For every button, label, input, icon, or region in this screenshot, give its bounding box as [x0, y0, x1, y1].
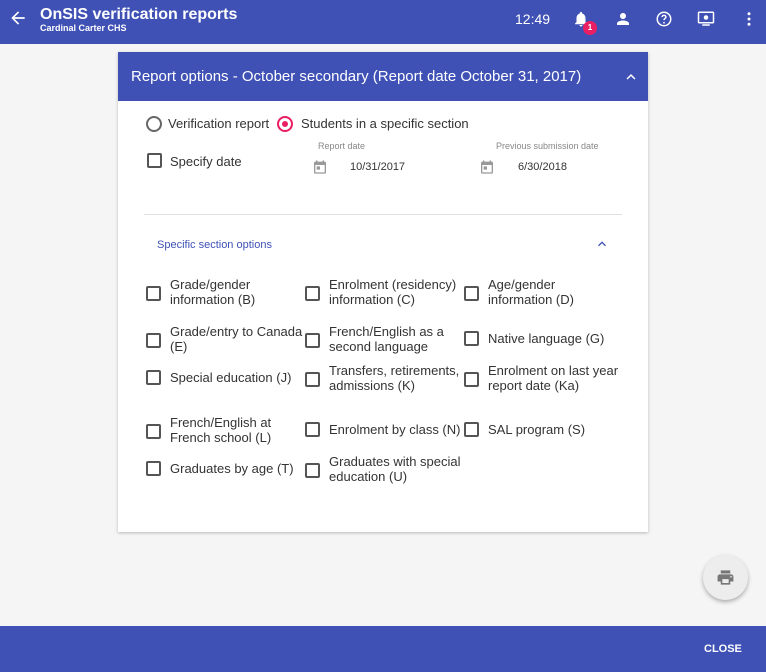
radio-students-in-section[interactable] — [277, 116, 293, 132]
section-checkbox[interactable] — [305, 333, 320, 348]
bottom-bar: CLOSE — [0, 626, 766, 672]
print-icon — [717, 570, 734, 585]
card-title: Report options - October secondary (Repo… — [131, 68, 582, 85]
section-checkbox-label: SAL program (S) — [488, 422, 585, 437]
card-header[interactable]: Report options - October secondary (Repo… — [118, 52, 648, 101]
section-checkbox[interactable] — [464, 286, 479, 301]
section-checkbox[interactable] — [146, 461, 161, 476]
report-date-calendar-icon[interactable] — [312, 159, 328, 175]
section-label-line: education (U) — [329, 469, 408, 484]
section-checkbox-label: Special education (J) — [170, 370, 291, 385]
section-checkbox[interactable] — [464, 372, 479, 387]
screen-settings-icon[interactable] — [697, 10, 715, 28]
app-bar: OnSIS verification reports Cardinal Cart… — [0, 0, 766, 44]
print-button[interactable] — [703, 555, 748, 600]
section-label-line: (E) — [170, 339, 188, 354]
divider — [144, 214, 622, 215]
report-date-label: Report date — [318, 141, 366, 151]
section-checkbox-label: French/English at French school (L) — [170, 415, 271, 445]
account-icon[interactable] — [614, 10, 632, 28]
close-button[interactable]: CLOSE — [704, 643, 742, 655]
section-checkbox[interactable] — [464, 422, 479, 437]
more-vertical-icon[interactable] — [740, 10, 758, 28]
section-label-line: Enrolment (residency) — [329, 277, 457, 292]
section-checkbox[interactable] — [305, 286, 320, 301]
section-label-line: Enrolment by class (N) — [329, 422, 461, 437]
section-label-line: admissions (K) — [329, 378, 415, 393]
notification-badge: 1 — [583, 21, 597, 35]
section-checkbox-label: Enrolment (residency) information (C) — [329, 277, 456, 307]
section-checkbox-label: Graduates by age (T) — [170, 461, 294, 476]
report-options-card: Report options - October secondary (Repo… — [118, 52, 648, 532]
previous-submission-date-label: Previous submission date — [496, 141, 599, 151]
help-icon[interactable] — [655, 10, 673, 28]
clock: 12:49 — [515, 11, 551, 27]
section-checkbox-label: French/English as a second language — [329, 324, 444, 354]
section-label-line: Native language (G) — [488, 331, 605, 346]
section-label-line: Graduates by age (T) — [170, 461, 294, 476]
radio-verification-report-label: Verification report — [168, 116, 270, 131]
section-checkbox[interactable] — [305, 372, 320, 387]
previous-submission-calendar-icon[interactable] — [479, 159, 495, 175]
section-label-line: Age/gender — [488, 277, 556, 292]
section-label-line: French/English at — [170, 415, 272, 430]
section-label-line: Transfers, retirements, — [329, 363, 460, 378]
app-subtitle: Cardinal Carter CHS — [40, 23, 127, 33]
back-arrow-icon[interactable] — [8, 8, 28, 28]
section-label-line: Special education (J) — [170, 370, 292, 385]
section-label-line: information (C) — [329, 292, 415, 307]
section-checkbox-label: Age/gender information (D) — [488, 277, 574, 307]
section-checkbox-label: Graduates with special education (U) — [329, 454, 461, 484]
section-label-line: Grade/gender — [170, 277, 251, 292]
section-label-line: French/English as a — [329, 324, 444, 339]
section-checkbox-label: Grade/gender information (B) — [170, 277, 255, 307]
chevron-up-icon[interactable] — [622, 68, 640, 86]
app-title: OnSIS verification reports — [40, 6, 238, 23]
section-label-line: Grade/entry to Canada — [170, 324, 303, 339]
section-label-line: report date (Ka) — [488, 378, 580, 393]
section-label-line: second language — [329, 339, 429, 354]
section-checkbox-label: Native language (G) — [488, 331, 604, 346]
section-label-line: French school (L) — [170, 430, 272, 445]
section-checkbox-label: Transfers, retirements, admissions (K) — [329, 363, 459, 393]
section-checkbox[interactable] — [146, 424, 161, 439]
section-checkbox[interactable] — [305, 463, 320, 478]
radio-verification-report[interactable] — [146, 116, 162, 132]
section-label-line: information (D) — [488, 292, 574, 307]
section-checkbox-label: Grade/entry to Canada (E) — [170, 324, 302, 354]
radio-students-in-section-label: Students in a specific section — [301, 116, 469, 131]
previous-submission-date-value[interactable]: 6/30/2018 — [518, 161, 567, 173]
section-checkbox[interactable] — [146, 286, 161, 301]
section-checkbox[interactable] — [305, 422, 320, 437]
specify-date-checkbox[interactable] — [147, 153, 162, 168]
section-checkbox-label: Enrolment by class (N) — [329, 422, 460, 437]
section-label-line: information (B) — [170, 292, 256, 307]
section-options-title[interactable]: Specific section options — [157, 239, 272, 251]
section-checkbox[interactable] — [146, 370, 161, 385]
section-checkbox[interactable] — [146, 333, 161, 348]
report-date-value[interactable]: 10/31/2017 — [350, 161, 405, 173]
section-label-line: Graduates with special — [329, 454, 461, 469]
section-options-chevron-up-icon[interactable] — [594, 236, 610, 252]
section-label-line: Enrolment on last year — [488, 363, 619, 378]
section-label-line: SAL program (S) — [488, 422, 586, 437]
section-checkbox[interactable] — [464, 331, 479, 346]
section-checkbox-label: Enrolment on last year report date (Ka) — [488, 363, 618, 393]
specify-date-label: Specify date — [170, 154, 242, 169]
